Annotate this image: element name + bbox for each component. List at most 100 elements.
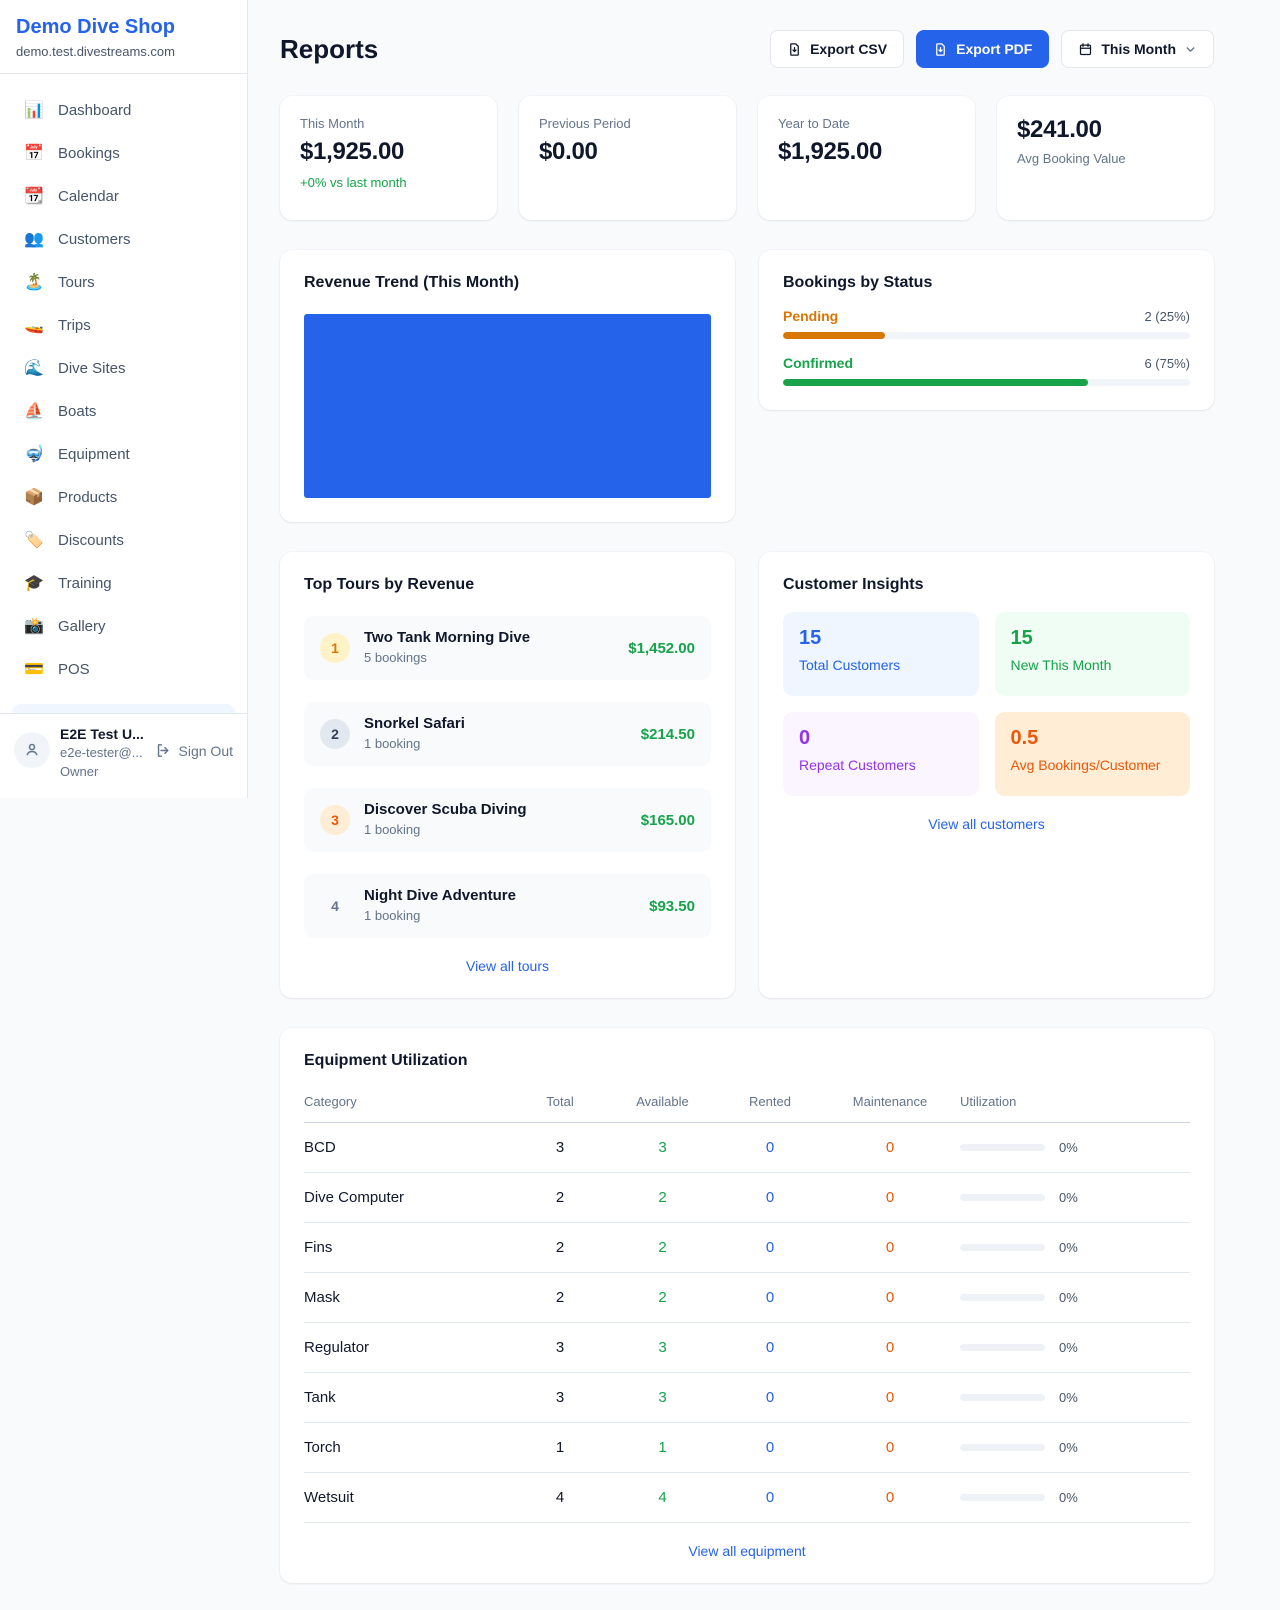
wave-icon: 🌊 [24, 358, 44, 378]
sidebar-item[interactable]: 📊 Dashboard [12, 90, 235, 130]
top-tours-title: Top Tours by Revenue [304, 576, 711, 594]
view-all-tours-link[interactable]: View all tours [304, 958, 711, 974]
sidebar-item[interactable]: 📦 Products [12, 477, 235, 517]
sidebar-item[interactable]: 🏷️ Discounts [12, 520, 235, 560]
equipment-total: 4 [515, 1473, 605, 1523]
sidebar-item[interactable]: 🎓 Training [12, 563, 235, 603]
file-download-icon [933, 42, 948, 57]
sidebar-item[interactable]: 💳 POS [12, 649, 235, 689]
utilization-bar-track [960, 1494, 1045, 1501]
sidebar-item[interactable]: 📅 Bookings [12, 133, 235, 173]
stat-delta: +0% vs last month [300, 175, 477, 190]
tearoff-calendar-icon: 📆 [24, 186, 44, 206]
sidebar-item[interactable]: 🤿 Equipment [12, 434, 235, 474]
sign-out-label: Sign Out [179, 743, 233, 759]
equipment-row: Tank 3 3 0 0 0% [304, 1373, 1190, 1423]
insight-value: 15 [799, 627, 963, 650]
sidebar-item[interactable]: 📆 Calendar [12, 176, 235, 216]
sidebar-item[interactable]: 🚤 Trips [12, 305, 235, 345]
view-all-equipment-link[interactable]: View all equipment [304, 1543, 1190, 1559]
tour-revenue: $165.00 [641, 812, 695, 829]
equipment-category: Torch [304, 1423, 515, 1473]
customer-insights-panel: Customer Insights 15 Total Customers 15 … [759, 552, 1214, 998]
equipment-total: 3 [515, 1323, 605, 1373]
insight-value: 15 [1011, 627, 1175, 650]
rank-badge: 3 [320, 805, 350, 835]
user-name: E2E Test U... [60, 726, 144, 742]
sidebar-item-label: Tours [58, 274, 95, 291]
logout-icon [155, 742, 172, 759]
equipment-row: Regulator 3 3 0 0 0% [304, 1323, 1190, 1373]
equipment-row: Wetsuit 4 4 0 0 0% [304, 1473, 1190, 1523]
tour-name: Discover Scuba Diving [364, 801, 527, 818]
period-dropdown[interactable]: This Month [1061, 30, 1214, 68]
utilization-percent: 0% [1059, 1190, 1078, 1205]
view-all-customers-link[interactable]: View all customers [783, 816, 1190, 832]
package-icon: 📦 [24, 487, 44, 507]
equipment-category: Tank [304, 1373, 515, 1423]
sidebar-item[interactable]: 🏝️ Tours [12, 262, 235, 302]
main-content: Reports Export CSV Export PDF This Month [280, 0, 1214, 1583]
stat-card-this-month: This Month $1,925.00 +0% vs last month [280, 96, 497, 220]
sign-out-button[interactable]: Sign Out [155, 742, 233, 759]
equipment-maintenance: 0 [820, 1173, 960, 1223]
status-label: Pending [783, 308, 838, 324]
tour-row[interactable]: 3 Discover Scuba Diving 1 booking $165.0… [304, 788, 711, 852]
equipment-table: Category Total Available Rented Maintena… [304, 1082, 1190, 1523]
equipment-available: 2 [605, 1173, 720, 1223]
sidebar-item[interactable]: 📸 Gallery [12, 606, 235, 646]
sidebar-item-label: POS [58, 661, 90, 678]
customer-insights-title: Customer Insights [783, 576, 1190, 594]
diving-mask-icon: 🤿 [24, 444, 44, 464]
insight-tile: 15 Total Customers [783, 612, 979, 696]
insight-label: Total Customers [799, 657, 963, 673]
sidebar-item-label: Training [58, 575, 112, 592]
sidebar-item-label: Trips [58, 317, 91, 334]
insight-value: 0.5 [1011, 727, 1175, 750]
equipment-row: BCD 3 3 0 0 0% [304, 1123, 1190, 1173]
page-title: Reports [280, 34, 378, 65]
chevron-down-icon [1184, 43, 1197, 56]
tour-row[interactable]: 2 Snorkel Safari 1 booking $214.50 [304, 702, 711, 766]
tour-row[interactable]: 1 Two Tank Morning Dive 5 bookings $1,45… [304, 616, 711, 680]
stat-value: $1,925.00 [300, 138, 477, 166]
equipment-row: Mask 2 2 0 0 0% [304, 1273, 1190, 1323]
equipment-category: Mask [304, 1273, 515, 1323]
status-bar-track [783, 379, 1190, 386]
revenue-trend-panel: Revenue Trend (This Month) [280, 250, 735, 522]
tour-row[interactable]: 4 Night Dive Adventure 1 booking $93.50 [304, 874, 711, 938]
equipment-total: 2 [515, 1223, 605, 1273]
bookings-by-status-panel: Bookings by Status Pending 2 (25%) Confi… [759, 250, 1214, 410]
insight-label: Avg Bookings/Customer [1011, 757, 1175, 773]
revenue-trend-title: Revenue Trend (This Month) [304, 274, 711, 292]
insight-tiles: 15 Total Customers 15 New This Month 0 R… [783, 612, 1190, 796]
utilization-bar-track [960, 1144, 1045, 1151]
insight-label: New This Month [1011, 657, 1175, 673]
export-csv-button[interactable]: Export CSV [770, 30, 904, 68]
page-header: Reports Export CSV Export PDF This Month [280, 30, 1214, 68]
sidebar-item[interactable]: 👥 Customers [12, 219, 235, 259]
equipment-row: Dive Computer 2 2 0 0 0% [304, 1173, 1190, 1223]
utilization-percent: 0% [1059, 1240, 1078, 1255]
sidebar-item-label: Equipment [58, 446, 130, 463]
avatar [14, 732, 50, 768]
sidebar-item[interactable]: ⛵ Boats [12, 391, 235, 431]
stat-card-year-to-date: Year to Date $1,925.00 [758, 96, 975, 220]
top-tours-panel: Top Tours by Revenue 1 Two Tank Morning … [280, 552, 735, 998]
shop-domain: demo.test.divestreams.com [16, 44, 231, 59]
sidebar-item-reports-selected-partial[interactable] [12, 704, 235, 713]
sidebar-item[interactable]: 🌊 Dive Sites [12, 348, 235, 388]
status-value: 2 (25%) [1144, 309, 1190, 324]
insight-tile: 15 New This Month [995, 612, 1191, 696]
rank-badge: 2 [320, 719, 350, 749]
user-role: Owner [60, 763, 144, 782]
speedboat-icon: 🚤 [24, 315, 44, 335]
tour-bookings: 1 booking [364, 908, 420, 923]
tour-bookings: 5 bookings [364, 650, 427, 665]
tour-bookings: 1 booking [364, 822, 420, 837]
tour-name: Snorkel Safari [364, 715, 465, 732]
stat-card-previous-period: Previous Period $0.00 [519, 96, 736, 220]
brand: Demo Dive Shop demo.test.divestreams.com [0, 0, 247, 74]
equipment-total: 3 [515, 1373, 605, 1423]
export-pdf-button[interactable]: Export PDF [916, 30, 1049, 68]
